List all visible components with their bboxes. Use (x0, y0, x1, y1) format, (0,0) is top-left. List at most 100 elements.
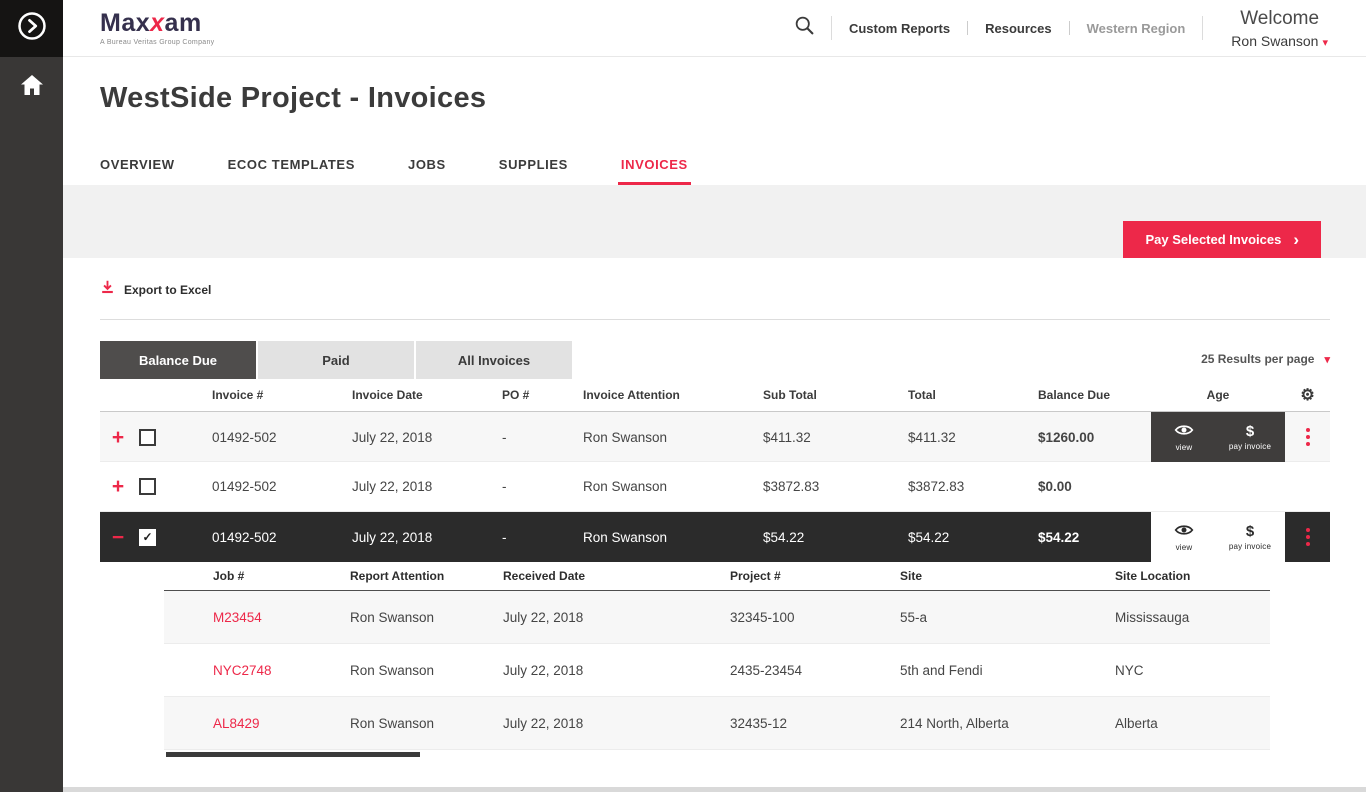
expand-row-button[interactable]: + (100, 427, 136, 448)
cell-po-number: - (502, 529, 507, 545)
cell-project-number: 2435-23454 (730, 662, 803, 678)
view-invoice-button[interactable]: view (1151, 412, 1217, 462)
job-number-link[interactable]: AL8429 (164, 716, 350, 731)
cell-report-attention: Ron Swanson (350, 609, 435, 625)
cell-site-location: Mississauga (1115, 609, 1190, 625)
row-menu-button[interactable] (1285, 522, 1330, 552)
cell-project-number: 32345-100 (730, 609, 795, 625)
tab-jobs[interactable]: JOBS (408, 157, 446, 185)
logo-text: Maxxam (100, 8, 202, 37)
search-button[interactable] (778, 15, 831, 41)
invoice-row: + 01492-502 July 22, 2018 - Ron Swanson … (100, 462, 1330, 512)
results-per-page-select[interactable]: 25 Results per page ▾ (1201, 352, 1330, 379)
col-site: Site (900, 569, 923, 583)
tab-supplies[interactable]: SUPPLIES (499, 157, 568, 185)
cell-balance-due: $54.22 (1038, 529, 1080, 545)
nav-custom-reports[interactable]: Custom Reports (832, 21, 967, 36)
dollar-icon: $ (1245, 522, 1255, 540)
jobs-subtable: Job # Report Attention Received Date Pro… (164, 562, 1270, 757)
circle-arrow-right-icon (17, 11, 47, 46)
cell-site-location: NYC (1115, 662, 1144, 678)
job-number-link[interactable]: M23454 (164, 610, 350, 625)
page-scrollbar[interactable] (63, 787, 1366, 792)
cell-total: $3872.83 (908, 479, 965, 494)
search-icon (794, 15, 815, 41)
user-menu[interactable]: Welcome Ron Swanson ▾ (1203, 8, 1366, 49)
collapse-row-button[interactable]: − (100, 527, 136, 548)
cell-received-date: July 22, 2018 (503, 609, 584, 625)
filter-row: Balance Due Paid All Invoices 25 Results… (100, 341, 1330, 379)
cell-received-date: July 22, 2018 (503, 715, 584, 731)
user-name: Ron Swanson ▾ (1231, 32, 1328, 49)
export-to-excel-button[interactable]: Export to Excel (100, 279, 211, 300)
row-menu-button[interactable] (1285, 422, 1330, 452)
pay-invoice-button[interactable]: $ pay invoice (1217, 512, 1283, 562)
gear-icon: ⚙ (1300, 387, 1315, 404)
dollar-icon: $ (1245, 422, 1255, 440)
welcome-label: Welcome (1240, 7, 1320, 29)
col-balance-due: Balance Due (1038, 388, 1111, 402)
view-invoice-button[interactable]: view (1151, 512, 1217, 562)
table-settings-button[interactable]: ⚙ (1285, 385, 1330, 405)
top-bar: Maxxam A Bureau Veritas Group Company Cu… (63, 0, 1366, 57)
job-number-link[interactable]: NYC2748 (164, 663, 350, 678)
cell-received-date: July 22, 2018 (503, 662, 584, 678)
sidebar (0, 0, 63, 792)
home-nav-button[interactable] (20, 74, 44, 101)
col-project-number: Project # (730, 569, 781, 583)
col-received-date: Received Date (503, 569, 586, 583)
export-label: Export to Excel (124, 282, 212, 297)
filter-balance-due[interactable]: Balance Due (100, 341, 256, 379)
tab-overview[interactable]: OVERVIEW (100, 157, 175, 185)
invoice-row-selected: − ✓ 01492-502 July 22, 2018 - Ron Swanso… (100, 512, 1330, 562)
tab-invoices[interactable]: INVOICES (617, 157, 691, 185)
invoice-row: + 01492-502 July 22, 2018 - Ron Swanson … (100, 412, 1330, 462)
job-row: M23454 Ron Swanson July 22, 2018 32345-1… (164, 591, 1270, 644)
cell-site: 214 North, Alberta (900, 715, 1009, 731)
filter-paid[interactable]: Paid (258, 341, 414, 379)
home-icon (20, 75, 44, 100)
cell-attention: Ron Swanson (583, 529, 668, 545)
company-logo: Maxxam A Bureau Veritas Group Company (100, 8, 215, 46)
expand-row-button[interactable]: + (100, 476, 136, 497)
cell-invoice-number: 01492-502 (212, 479, 277, 494)
nav-western-region[interactable]: Western Region (1070, 21, 1203, 36)
caret-down-icon: ▾ (1322, 36, 1328, 49)
cell-report-attention: Ron Swanson (350, 715, 435, 731)
cell-project-number: 32435-12 (730, 715, 788, 731)
sidebar-expand-button[interactable] (0, 0, 63, 57)
eye-icon (1174, 423, 1194, 440)
col-invoice-number: Invoice # (212, 388, 264, 402)
chevron-right-icon: › (1293, 230, 1299, 249)
cell-attention: Ron Swanson (583, 429, 668, 445)
cell-po-number: - (502, 429, 507, 445)
row-checkbox[interactable] (139, 478, 156, 495)
invoice-table-header: Invoice # Invoice Date PO # Invoice Atte… (100, 379, 1330, 412)
pay-selected-invoices-button[interactable]: Pay Selected Invoices › (1123, 221, 1321, 258)
filter-all-invoices[interactable]: All Invoices (416, 341, 572, 379)
cell-sub-total: $54.22 (763, 529, 805, 545)
job-row: NYC2748 Ron Swanson July 22, 2018 2435-2… (164, 644, 1270, 697)
row-actions: view $ pay invoice (1151, 512, 1285, 562)
cell-total: $54.22 (908, 529, 950, 545)
col-po-number: PO # (502, 388, 530, 402)
nav-resources[interactable]: Resources (968, 21, 1068, 36)
pay-invoice-button[interactable]: $ pay invoice (1217, 412, 1283, 462)
cell-report-attention: Ron Swanson (350, 662, 435, 678)
cell-site-location: Alberta (1115, 715, 1158, 731)
cell-sub-total: $411.32 (763, 429, 811, 445)
row-checkbox-checked[interactable]: ✓ (139, 528, 156, 546)
cell-invoice-date: July 22, 2018 (352, 429, 433, 445)
cell-site: 55-a (900, 609, 928, 625)
cell-attention: Ron Swanson (583, 479, 668, 494)
logo-tagline: A Bureau Veritas Group Company (100, 38, 215, 46)
app-root: Maxxam A Bureau Veritas Group Company Cu… (0, 0, 1366, 792)
cell-invoice-date: July 22, 2018 (352, 479, 433, 494)
cell-balance-due: $1260.00 (1038, 429, 1095, 445)
subtable-scrollbar[interactable] (166, 752, 420, 757)
row-checkbox[interactable] (139, 428, 156, 446)
main-area: Maxxam A Bureau Veritas Group Company Cu… (63, 0, 1366, 792)
tab-ecoc-templates[interactable]: ECOC TEMPLATES (228, 157, 355, 185)
cell-invoice-number: 01492-502 (212, 429, 277, 445)
col-site-location: Site Location (1115, 569, 1191, 583)
